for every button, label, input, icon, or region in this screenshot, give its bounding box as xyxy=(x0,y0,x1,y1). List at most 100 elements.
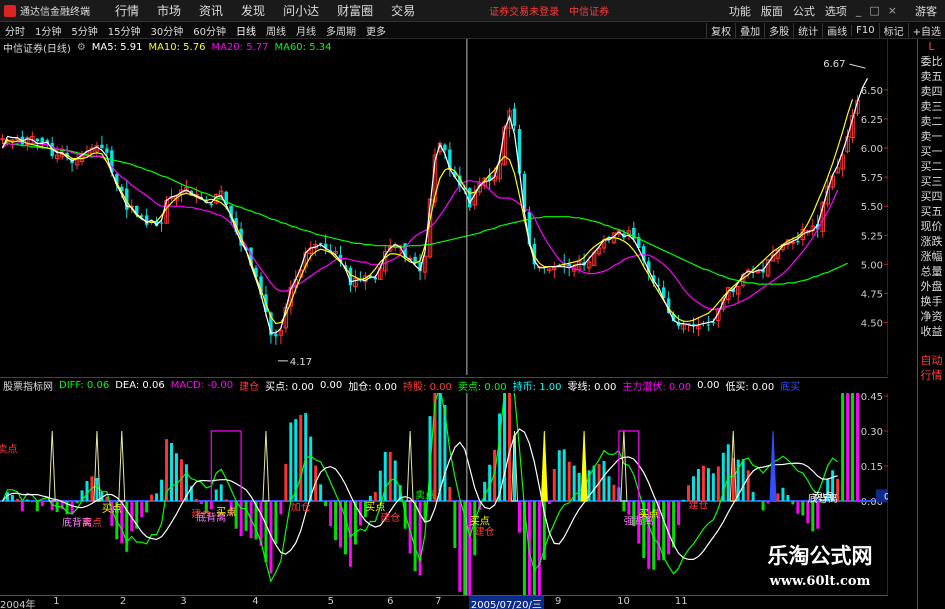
panel-item-4[interactable]: 卖二 xyxy=(918,114,945,129)
high-arrow xyxy=(849,63,866,69)
watermark-url: www.60lt.com xyxy=(769,574,871,589)
date-label-10: 10 xyxy=(617,596,630,607)
toolbar-button-3[interactable]: 选项 xyxy=(820,3,852,19)
date-label-9: 9 xyxy=(555,596,562,607)
panel-item-1[interactable]: 卖五 xyxy=(918,69,945,84)
price-label-3: 5.75 xyxy=(861,173,883,184)
panel-item-11[interactable]: 现价 xyxy=(918,219,945,234)
period-tab-8[interactable]: 月线 xyxy=(291,23,321,38)
period-tab-2[interactable]: 5分钟 xyxy=(66,23,102,38)
indicator-name[interactable]: 股票指标网 xyxy=(3,378,53,393)
menu-item-5[interactable]: 财富圈 xyxy=(328,2,382,19)
date-label-3: 3 xyxy=(180,596,187,607)
date-label-11: 11 xyxy=(674,596,688,607)
panel-item-12[interactable]: 涨跌 xyxy=(918,234,945,249)
candlestick-chart[interactable]: 6.50 6.25 6.00 5.75 5.50 5.25 5.00 4.75 4.50 6.67… xyxy=(0,39,888,375)
broker-name[interactable]: 中信证券 xyxy=(564,3,614,18)
panel-item-2[interactable]: 卖四 xyxy=(918,84,945,99)
period-tab-0[interactable]: 分时 xyxy=(0,23,30,38)
menu-item-4[interactable]: 问小达 xyxy=(274,2,328,19)
date-label-8: 2005/07/20/三 xyxy=(468,596,544,609)
panel-item-18[interactable]: 收益 xyxy=(918,324,945,339)
panel-item-16[interactable]: 换手 xyxy=(918,294,945,309)
date-label-5: 5 xyxy=(327,596,335,607)
date-label-4: 4 xyxy=(252,596,259,607)
watermark: 乐淘公式网 www.60lt.com xyxy=(740,540,900,598)
date-label-1: 1 xyxy=(53,596,60,607)
signal-spike-10 xyxy=(769,430,777,502)
current-value-text: 0.02 xyxy=(884,492,888,502)
panel-item-14[interactable]: 总量 xyxy=(918,264,945,279)
panel-item-13[interactable]: 涨幅 xyxy=(918,249,945,264)
panel-item-6[interactable]: 买一 xyxy=(918,144,945,159)
signal-label-2: 买点 xyxy=(102,503,122,515)
panel-item-15[interactable]: 外盘 xyxy=(918,279,945,294)
signal-label-8: 买点 xyxy=(365,501,385,513)
chart-tool-0[interactable]: 复权 xyxy=(706,22,735,38)
menu-item-3[interactable]: 发现 xyxy=(232,2,274,19)
date-label-2: 2 xyxy=(119,596,127,607)
chart-tool-2[interactable]: 多股 xyxy=(764,22,793,38)
signal-spike-8 xyxy=(620,430,628,502)
candle-body-32 xyxy=(159,222,164,224)
login-notice[interactable]: 证券交易未登录 xyxy=(484,3,564,18)
toolbar-button-0[interactable]: 功能 xyxy=(724,3,756,19)
chart-tool-3[interactable]: 统计 xyxy=(793,22,822,38)
panel-item-19[interactable]: 自动 xyxy=(918,353,945,368)
ma20-line xyxy=(2,140,839,311)
indicator-value-10: 零线: 0.00 xyxy=(567,382,617,393)
candle-body-70 xyxy=(348,267,353,286)
period-tab-5[interactable]: 60分钟 xyxy=(188,23,231,38)
period-tab-4[interactable]: 30分钟 xyxy=(145,23,188,38)
menu-item-1[interactable]: 市场 xyxy=(148,2,190,19)
period-tab-6[interactable]: 日线 xyxy=(231,23,261,38)
panel-item-0[interactable]: 委比 xyxy=(918,54,945,69)
chart-tool-1[interactable]: 叠加 xyxy=(735,22,764,38)
indicator-value-6: 加仓: 0.00 xyxy=(348,382,398,393)
chart-tool-6[interactable]: 标记 xyxy=(878,22,908,38)
signal-spike-2 xyxy=(118,430,126,502)
signal-label-14: 建仓 xyxy=(688,499,708,512)
chart-tool-5[interactable]: F10 xyxy=(851,24,878,36)
price-label-7: 4.75 xyxy=(861,289,883,300)
indicator-value-1: DEA: 0.06 xyxy=(115,380,165,391)
panel-item-10[interactable]: 买五 xyxy=(918,204,945,219)
indicator-value-3: 建仓 xyxy=(239,382,260,393)
panel-item-5[interactable]: 卖一 xyxy=(918,129,945,144)
indicator-value-14: 底买 xyxy=(780,382,801,393)
close-icon[interactable]: × xyxy=(884,4,901,17)
toolbar-button-2[interactable]: 公式 xyxy=(788,3,820,19)
indicator-value-8: 卖点: 0.00 xyxy=(457,382,507,393)
indicator-value-13: 低买: 0.00 xyxy=(725,382,775,393)
panel-item-20[interactable]: 行情 xyxy=(918,368,945,383)
candle-body-29 xyxy=(144,215,149,225)
chart-tool-4[interactable]: 画线 xyxy=(822,22,851,38)
indicator-value-11: 主力潜伏: 0.00 xyxy=(622,382,692,393)
price-label-8: 4.50 xyxy=(861,318,883,329)
panel-toggle-label[interactable]: L xyxy=(918,39,945,54)
panel-item-17[interactable]: 净资 xyxy=(918,309,945,324)
chart-tool-7[interactable]: +自选 xyxy=(907,22,945,38)
period-tab-1[interactable]: 1分钟 xyxy=(30,23,66,38)
period-tab-7[interactable]: 周线 xyxy=(261,23,291,38)
panel-item-3[interactable]: 卖三 xyxy=(918,99,945,114)
period-bar: 分时 1分钟 5分钟 15分钟 30分钟 60分钟 日线 周线 月线 多周期 更多 复权 叠加 多股 统计… xyxy=(0,22,945,39)
menu-item-2[interactable]: 资讯 xyxy=(190,2,232,19)
minimize-icon[interactable]: _ xyxy=(852,4,866,17)
candle-body-159 xyxy=(790,241,796,244)
maximize-icon[interactable]: □ xyxy=(865,4,883,17)
period-tab-9[interactable]: 多周期 xyxy=(321,23,361,38)
signal-label-15: 卖点 xyxy=(415,490,435,502)
period-tab-10[interactable]: 更多 xyxy=(361,23,391,38)
app-logo: 通达信金融终端 xyxy=(0,3,106,18)
signal-spike-4 xyxy=(406,430,414,502)
toolbar-button-1[interactable]: 版面 xyxy=(756,3,788,19)
panel-item-7[interactable]: 买二 xyxy=(918,159,945,174)
guest-login[interactable]: 游客 xyxy=(901,3,945,19)
panel-item-8[interactable]: 买三 xyxy=(918,174,945,189)
menu-item-6[interactable]: 交易 xyxy=(382,2,424,19)
period-tab-3[interactable]: 15分钟 xyxy=(103,23,146,38)
menu-item-0[interactable]: 行情 xyxy=(106,2,148,19)
app-name: 通达信金融终端 xyxy=(20,7,90,18)
panel-item-9[interactable]: 买四 xyxy=(918,189,945,204)
